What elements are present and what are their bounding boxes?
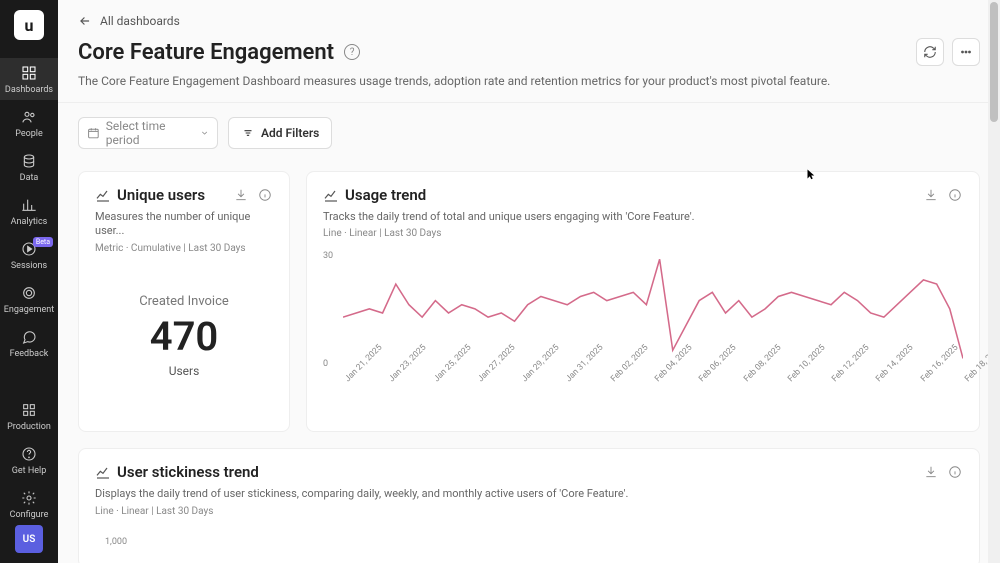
- nav-label: Engagement: [4, 305, 54, 315]
- nav-label: Get Help: [12, 466, 47, 476]
- sidebar: u Dashboards People Data Analytics Beta …: [0, 0, 58, 563]
- download-icon[interactable]: [923, 464, 939, 480]
- card-title: User stickiness trend: [117, 463, 259, 481]
- main: All dashboards Core Feature Engagement ?…: [58, 0, 1000, 563]
- page-title: Core Feature Engagement: [78, 40, 334, 65]
- chevron-down-icon: [200, 128, 209, 138]
- nav-label: Configure: [10, 510, 49, 520]
- nav-label: Dashboards: [5, 85, 53, 95]
- scroll-thumb[interactable]: [990, 2, 998, 122]
- card-subtitle: Displays the daily trend of user stickin…: [95, 487, 963, 501]
- metric-label: Created Invoice: [95, 294, 273, 309]
- avatar[interactable]: US: [15, 525, 43, 553]
- more-button[interactable]: [952, 38, 980, 66]
- add-filters-label: Add Filters: [261, 126, 319, 140]
- back-link[interactable]: All dashboards: [78, 14, 980, 28]
- nav-dashboards[interactable]: Dashboards: [0, 58, 58, 100]
- database-icon: [20, 152, 38, 170]
- card-meta: Line · Linear | Last 30 Days: [323, 228, 963, 239]
- info-icon[interactable]: [947, 464, 963, 480]
- nav-bottom: Production Get Help Configure: [0, 395, 58, 525]
- scrollbar[interactable]: [988, 0, 1000, 563]
- people-icon: [20, 108, 38, 126]
- card-subtitle: Measures the number of unique user...: [95, 210, 273, 239]
- nav-analytics[interactable]: Analytics: [0, 190, 58, 232]
- x-axis: Jan 21, 2025Jan 23, 2025Jan 25, 2025Jan …: [343, 371, 963, 411]
- y-tick-min: 0: [323, 359, 328, 369]
- chat-icon: [20, 328, 38, 346]
- nav-label: Data: [20, 173, 39, 183]
- y-tick-max: 30: [323, 251, 333, 261]
- card-usage-trend: Usage trend Tracks the daily trend of to…: [306, 171, 980, 432]
- y-tick-max: 1,000: [105, 537, 127, 547]
- card-meta: Line · Linear | Last 30 Days: [95, 506, 963, 517]
- info-icon[interactable]: [257, 187, 273, 203]
- title-row: Core Feature Engagement ?: [78, 38, 980, 66]
- info-icon[interactable]: ?: [344, 44, 360, 60]
- line-chart-icon: [95, 187, 111, 203]
- nav-help[interactable]: Get Help: [0, 439, 58, 481]
- nav-label: Production: [7, 422, 51, 432]
- box-icon: [20, 401, 38, 419]
- nav-feedback[interactable]: Feedback: [0, 322, 58, 364]
- download-icon[interactable]: [233, 187, 249, 203]
- logo[interactable]: u: [14, 10, 44, 40]
- filter-row: Select time period Add Filters: [78, 117, 980, 149]
- metric-unit: Users: [95, 364, 273, 378]
- nav-label: People: [15, 129, 43, 139]
- card-subtitle: Tracks the daily trend of total and uniq…: [323, 210, 963, 224]
- nav-top: Dashboards People Data Analytics Beta Se…: [0, 58, 58, 364]
- target-icon: [20, 284, 38, 302]
- info-icon[interactable]: [947, 187, 963, 203]
- chart-icon: [20, 196, 38, 214]
- cards-row: Unique users Measures the number of uniq…: [78, 171, 980, 432]
- download-icon[interactable]: [923, 187, 939, 203]
- usage-chart: 30 0 Jan 21, 2025Jan 23, 2025Jan 25, 202…: [323, 251, 963, 411]
- nav-label: Feedback: [10, 349, 49, 359]
- metric-value: 470: [95, 313, 273, 360]
- divider: [58, 102, 1000, 103]
- nav-sessions[interactable]: Beta Sessions: [0, 234, 58, 276]
- page-description: The Core Feature Engagement Dashboard me…: [78, 74, 980, 88]
- help-icon: [20, 445, 38, 463]
- nav-production[interactable]: Production: [0, 395, 58, 437]
- nav-label: Sessions: [11, 261, 47, 271]
- arrow-left-icon: [78, 14, 92, 28]
- add-filters-button[interactable]: Add Filters: [228, 117, 332, 149]
- period-placeholder: Select time period: [106, 119, 194, 147]
- card-meta: Metric · Cumulative | Last 30 Days: [95, 243, 273, 254]
- calendar-icon: [87, 126, 100, 140]
- nav-data[interactable]: Data: [0, 146, 58, 188]
- back-label: All dashboards: [100, 14, 180, 28]
- nav-configure[interactable]: Configure: [0, 483, 58, 525]
- nav-label: Analytics: [11, 217, 48, 227]
- time-period-select[interactable]: Select time period: [78, 117, 218, 149]
- grid-icon: [20, 64, 38, 82]
- nav-engagement[interactable]: Engagement: [0, 278, 58, 320]
- line-chart-icon: [323, 187, 339, 203]
- metric-body: Created Invoice 470 Users: [95, 254, 273, 378]
- nav-people[interactable]: People: [0, 102, 58, 144]
- card-stickiness: User stickiness trend Displays the daily…: [78, 448, 980, 563]
- refresh-button[interactable]: [916, 38, 944, 66]
- line-chart-icon: [95, 464, 111, 480]
- card-title: Usage trend: [345, 186, 426, 204]
- title-actions: [916, 38, 980, 66]
- card-title: Unique users: [117, 186, 205, 204]
- gear-icon: [20, 489, 38, 507]
- card-unique-users: Unique users Measures the number of uniq…: [78, 171, 290, 432]
- beta-badge: Beta: [33, 237, 53, 247]
- filter-icon: [241, 126, 255, 140]
- chart-svg: [343, 251, 963, 375]
